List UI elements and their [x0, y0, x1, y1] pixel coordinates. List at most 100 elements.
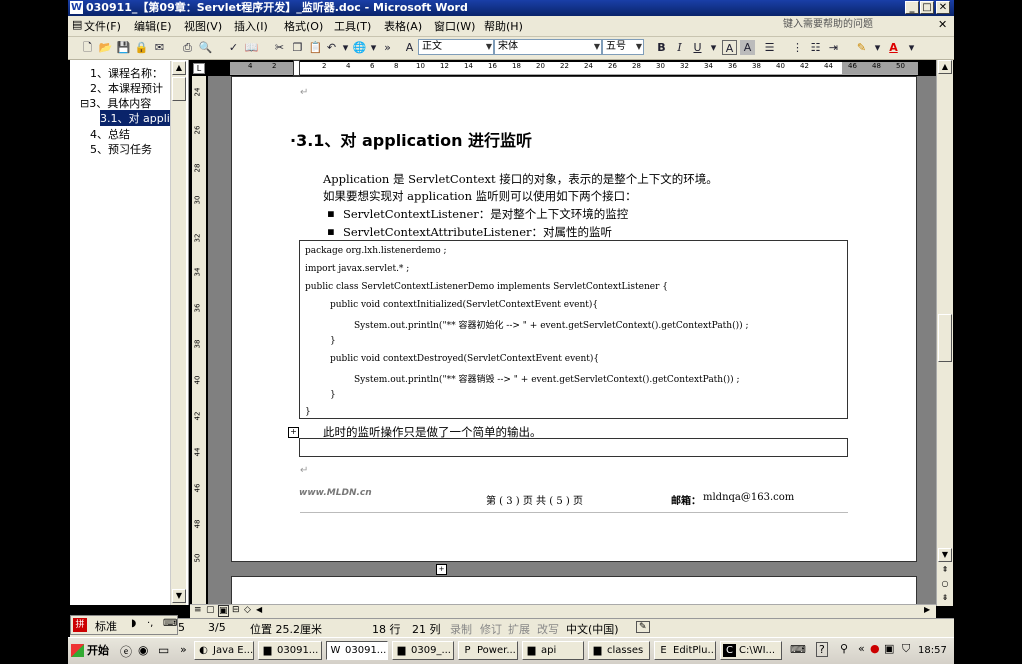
previous-page-icon[interactable]: ⇞ [938, 564, 952, 578]
tray-expand-icon[interactable]: « [858, 642, 865, 655]
indent-marker[interactable] [293, 60, 300, 76]
spelling-status-icon[interactable]: ✎ [636, 621, 650, 633]
ime-halfwidth-icon[interactable]: ◗ [131, 618, 136, 629]
highlight-dropdown-icon[interactable]: ▾ [870, 40, 885, 55]
font-size-combo[interactable]: 五号 ▼ [602, 39, 644, 55]
save-icon[interactable]: 💾 [116, 40, 131, 55]
status-track-changes[interactable]: 修订 [480, 621, 502, 637]
ime-toolbar[interactable]: 拼 标准 ◗ ·, ⌨ [70, 615, 178, 635]
horizontal-scrollbar[interactable]: ≡ ▢ ▣ ⊟ ◇ ◀ ▶ [190, 604, 936, 618]
char-border-icon[interactable]: A [722, 40, 737, 55]
print-preview-icon[interactable]: 🔍 [198, 40, 213, 55]
language-bar-icon[interactable]: ⌨ [790, 643, 806, 656]
char-shading-icon[interactable]: A [740, 40, 755, 55]
ime-logo-icon[interactable]: 拼 [73, 618, 87, 632]
task-editplus[interactable]: E EditPlu... [654, 641, 716, 660]
minimize-button[interactable]: _ [905, 1, 919, 14]
print-view-icon[interactable]: ▣ [218, 605, 229, 617]
scroll-up-icon[interactable]: ▲ [172, 61, 186, 75]
doc-close-icon[interactable]: ✕ [938, 18, 947, 31]
help-icon[interactable]: ? [816, 642, 828, 657]
align-justify-icon[interactable]: ☰ [762, 40, 777, 55]
antivirus-icon[interactable]: ● [870, 642, 880, 655]
scroll-up-icon[interactable]: ▲ [938, 60, 952, 74]
task-word-doc[interactable]: W 03091... [326, 641, 388, 660]
menu-table[interactable]: 表格(A) [384, 18, 422, 34]
style-combo[interactable]: 正文 ▼ [418, 39, 494, 55]
network-icon[interactable]: ▣ [884, 642, 894, 655]
help-search-input[interactable]: 键入需要帮助的问题 [783, 17, 983, 33]
scroll-right-icon[interactable]: ▶ [924, 605, 930, 614]
next-page-icon[interactable]: ⇟ [938, 592, 952, 606]
font-color-dropdown-icon[interactable]: ▾ [904, 40, 919, 55]
task-powerpoint[interactable]: P Power... [458, 641, 518, 660]
hyperlink-dropdown-icon[interactable]: ▾ [366, 40, 381, 55]
desktop-icon[interactable]: ▭ [158, 643, 169, 657]
menu-view[interactable]: 视图(V) [184, 18, 222, 34]
new-icon[interactable]: 🗋 [80, 40, 95, 55]
code-block[interactable]: package org.lxh.listenerdemo ; import ja… [299, 240, 848, 419]
outlook-icon[interactable]: ◉ [138, 643, 148, 657]
reading-view-icon[interactable]: ◇ [244, 605, 251, 615]
menu-window[interactable]: 窗口(W) [434, 18, 475, 34]
ime-mode[interactable]: 标准 [95, 618, 117, 634]
scroll-down-icon[interactable]: ▼ [172, 589, 186, 603]
copy-icon[interactable]: ❐ [290, 40, 305, 55]
font-combo[interactable]: 宋体 ▼ [494, 39, 602, 55]
docmap-item-preview[interactable]: 5、预习任务 [90, 141, 172, 157]
docmap-item-content[interactable]: ⊟3、具体内容 [80, 95, 172, 111]
status-extend[interactable]: 扩展 [508, 621, 530, 637]
maximize-button[interactable]: □ [920, 1, 934, 14]
undo-icon[interactable]: ↶ [324, 40, 339, 55]
docmap-item-course-name[interactable]: 1、课程名称： [90, 65, 172, 81]
font-color-icon[interactable]: A [886, 40, 901, 55]
word-app-icon[interactable]: W [70, 1, 83, 14]
quicklaunch-more-icon[interactable]: » [180, 643, 187, 656]
research-icon[interactable]: 📖 [244, 40, 259, 55]
italic-button[interactable]: I [672, 40, 687, 55]
empty-table[interactable] [299, 438, 848, 457]
menu-insert[interactable]: 插入(I) [234, 18, 268, 34]
status-record[interactable]: 录制 [450, 621, 472, 637]
doc-menu-icon[interactable]: ▤ [72, 18, 82, 31]
clock[interactable]: 18:57 [918, 641, 947, 660]
outline-view-icon[interactable]: ⊟ [232, 605, 240, 615]
vertical-scrollbar[interactable]: ▲ ▼ ⇞ ○ ⇟ [936, 60, 953, 606]
menu-help[interactable]: 帮助(H) [484, 18, 523, 34]
paste-icon[interactable]: 📋 [308, 40, 323, 55]
menu-file[interactable]: 文件(F) [84, 18, 121, 34]
docmap-item-application[interactable]: 3.1、对 applic [100, 110, 170, 126]
cut-icon[interactable]: ✂ [272, 40, 287, 55]
menu-edit[interactable]: 编辑(E) [134, 18, 172, 34]
page-gap-toggle[interactable]: + [436, 564, 447, 575]
table-move-handle[interactable]: + [288, 427, 299, 438]
ie-icon[interactable]: ⓔ [120, 643, 132, 660]
tray-icon[interactable]: ⚲ [840, 642, 848, 655]
horizontal-ruler[interactable]: 4 2 2 4 6 8 10 12 14 16 18 20 22 24 26 2… [230, 60, 918, 76]
docmap-scrollbar[interactable]: ▲ ▼ [170, 61, 186, 605]
spelling-icon[interactable]: ✓ [226, 40, 241, 55]
numbering-icon[interactable]: ⋮ [790, 40, 805, 55]
start-button[interactable]: 开始 [69, 641, 113, 660]
email-icon[interactable]: ✉ [152, 40, 167, 55]
docmap-item-summary[interactable]: 4、总结 [90, 126, 172, 142]
close-button[interactable]: ✕ [936, 1, 950, 14]
tab-selector-icon[interactable]: L [193, 63, 205, 74]
undo-dropdown-icon[interactable]: ▾ [338, 40, 353, 55]
task-api-folder[interactable]: ▆ api [522, 641, 584, 660]
task-folder-2[interactable]: ▆ 0309_... [392, 641, 454, 660]
status-overtype[interactable]: 改写 [537, 621, 559, 637]
bullets-icon[interactable]: ☷ [808, 40, 823, 55]
underline-dropdown-icon[interactable]: ▾ [706, 40, 721, 55]
web-view-icon[interactable]: ▢ [206, 605, 215, 615]
task-java-ee[interactable]: ◐ Java E... [194, 641, 254, 660]
task-folder-1[interactable]: ▆ 03091... [258, 641, 322, 660]
print-icon[interactable]: ⎙ [180, 40, 195, 55]
styles-icon[interactable]: A [402, 40, 417, 55]
select-browse-object-icon[interactable]: ○ [938, 578, 952, 592]
scroll-left-icon[interactable]: ◀ [256, 605, 262, 614]
menu-tools[interactable]: 工具(T) [334, 18, 371, 34]
bold-button[interactable]: B [654, 40, 669, 55]
normal-view-icon[interactable]: ≡ [194, 605, 202, 615]
ime-punctuation-icon[interactable]: ·, [147, 618, 153, 629]
